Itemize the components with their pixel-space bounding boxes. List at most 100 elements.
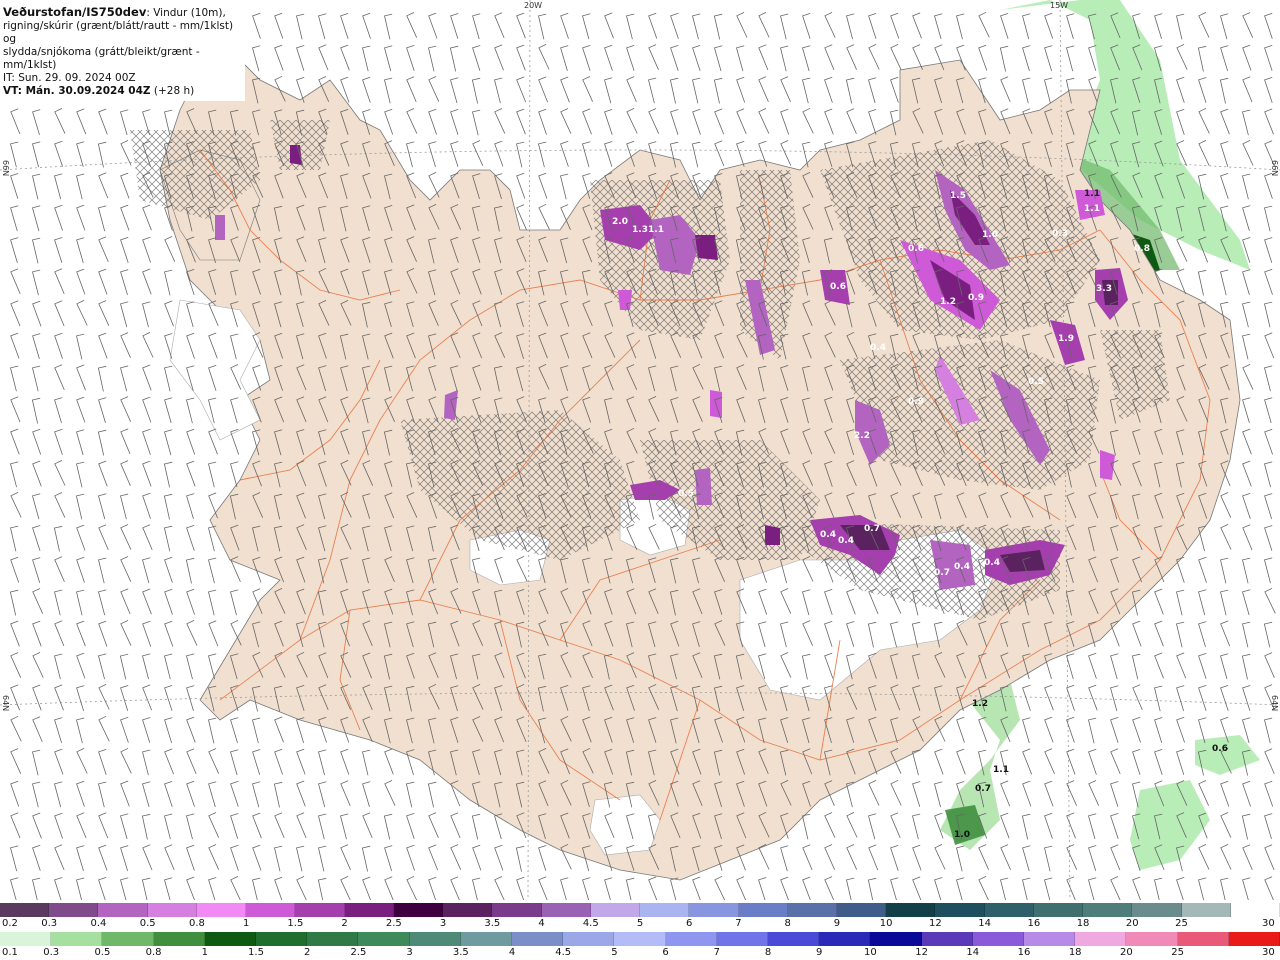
header-desc-3: slydda/snjókoma (grátt/bleikt/grænt - mm… xyxy=(3,46,200,71)
precip-label: 1.1 xyxy=(1084,189,1100,199)
precip-label: 0.6 xyxy=(1212,744,1228,754)
legend-swatch xyxy=(98,903,148,917)
legend-swatch xyxy=(768,932,820,946)
legend-swatch xyxy=(787,903,837,917)
legend-tick-label: 14 xyxy=(978,918,991,929)
legend-swatch xyxy=(1033,903,1084,917)
snow-colour-bar xyxy=(0,903,1280,917)
precip-label: 1.1 xyxy=(648,225,664,235)
legend-tick-label: 0.8 xyxy=(188,918,205,929)
legend-swatch xyxy=(935,903,985,917)
precip-label: 1.1 xyxy=(993,765,1009,775)
lat-label-66n-right: 66N xyxy=(1270,160,1279,177)
legend-swatch xyxy=(541,903,591,917)
legend-tick-label: 30 xyxy=(1262,918,1275,929)
precip-label: 1.1 xyxy=(1084,204,1100,214)
legend-tick-label: 12 xyxy=(929,918,942,929)
legend-swatch xyxy=(153,932,205,946)
legend-tick-label: 7 xyxy=(713,947,720,958)
legend-tick-label: 1.5 xyxy=(248,947,264,958)
legend-swatch xyxy=(358,932,410,946)
legend-tick-label: 0.5 xyxy=(94,947,111,958)
precip-label: 2.2 xyxy=(854,431,870,441)
legend-swatch xyxy=(1132,903,1182,917)
legend-swatch xyxy=(307,932,359,946)
precip-label: 0.4 xyxy=(870,343,886,353)
legend-swatch xyxy=(590,903,641,917)
weather-map[interactable]: 2.0 1.3 1.1 1.5 1.0 0.6 1.2 0.9 0.6 0.4 … xyxy=(0,0,1280,900)
legend-swatch xyxy=(1075,932,1127,946)
precip-label: 0.5 xyxy=(1028,377,1044,387)
precip-label: 0.4 xyxy=(838,536,854,546)
precip-label: 1.5 xyxy=(950,191,966,201)
legend-tick-label: 8 xyxy=(784,918,791,929)
lon-label-20w: 20W xyxy=(524,1,543,10)
map-header: Veðurstofan/IS750dev: Vindur (10m), rign… xyxy=(0,0,245,101)
legend-tick-label: 2 xyxy=(341,918,348,929)
legend-tick-label: 2.5 xyxy=(350,947,367,958)
brand-title: Veðurstofan/IS750dev xyxy=(3,5,147,19)
legend-swatch xyxy=(393,903,444,917)
legend-tick-label: 8 xyxy=(764,947,772,958)
legend-swatch xyxy=(0,932,52,946)
legend-tick-label: 4.5 xyxy=(555,947,572,958)
legend-swatch xyxy=(716,932,769,946)
precip-label: 0.7 xyxy=(864,524,880,534)
precip-label: 0.9 xyxy=(908,397,924,407)
legend-tick-label: 4 xyxy=(538,918,545,929)
legend-swatch xyxy=(196,903,247,917)
precip-label: 3.3 xyxy=(1096,284,1112,294)
legend-tick-label: 25 xyxy=(1171,947,1184,958)
legend-tick-label: 7 xyxy=(735,918,742,929)
lon-label-15w: 15W xyxy=(1050,1,1069,10)
initial-time: IT: Sun. 29. 09. 2024 00Z xyxy=(3,72,136,84)
valid-time: VT: Mán. 30.09.2024 04Z xyxy=(3,85,151,97)
legend-swatch xyxy=(886,903,936,917)
precip-label: 1.3 xyxy=(632,225,648,235)
legend-swatch xyxy=(147,903,197,917)
precip-label: 1.0 xyxy=(954,830,970,840)
legend-swatch xyxy=(1024,932,1076,946)
legend-tick-label: 0.3 xyxy=(43,947,60,958)
legend-tick-label: 9 xyxy=(833,918,841,929)
rain-colour-bar xyxy=(0,932,1280,946)
legend-tick-label: 5 xyxy=(636,918,644,929)
legend-swatch xyxy=(665,932,717,946)
legend-tick-label: 3.5 xyxy=(452,947,469,958)
legend-tick-label: 1 xyxy=(201,947,208,958)
legend-swatch xyxy=(1083,903,1133,917)
legend-tick-label: 3.5 xyxy=(484,918,501,929)
legend-tick-label: 16 xyxy=(1017,947,1031,958)
precip-label: 0.7 xyxy=(934,568,950,578)
legend-swatch xyxy=(295,903,345,917)
legend-swatch xyxy=(460,932,513,946)
legend-tick-label: 1.5 xyxy=(287,918,304,929)
precip-label: 1.9 xyxy=(1058,334,1074,344)
legend-tick-label: 9 xyxy=(816,947,823,958)
precip-label: 1.2 xyxy=(972,699,988,709)
precip-label: 0.5 xyxy=(678,489,694,499)
lead-time: (+28 h) xyxy=(153,85,195,97)
legend-tick-label: 6 xyxy=(686,918,693,929)
legend-swatch xyxy=(614,932,666,946)
legend-swatch xyxy=(640,903,690,917)
legend-tick-label: 14 xyxy=(966,947,980,958)
rain-scale-labels: 0.1 0.3 0.5 0.8 1 1.5 2 2.5 3 3.5 4 4.5 5 6 7 8 9 10 12 14 1… xyxy=(0,947,1280,959)
precip-label: 0.3 xyxy=(1052,229,1068,239)
precip-label: 0.8 xyxy=(1134,244,1150,254)
legend-swatch xyxy=(512,932,564,946)
legend-tick-label: 4.5 xyxy=(582,918,599,929)
legend-tick-label: 18 xyxy=(1068,947,1082,958)
precip-label: 0.6 xyxy=(908,244,924,254)
header-desc-1: : Vindur (10m), xyxy=(146,7,226,19)
legend-swatch xyxy=(51,932,103,946)
legend-tick-label: 10 xyxy=(879,918,893,929)
legend-tick-label: 0.5 xyxy=(139,918,156,929)
precip-label: 2.0 xyxy=(612,217,628,227)
legend-swatch xyxy=(984,903,1034,917)
legend-swatch xyxy=(1126,932,1178,946)
legend-tick-label: 5 xyxy=(611,947,618,958)
legend-tick-label: 0.3 xyxy=(41,918,58,929)
legend-tick-label: 20 xyxy=(1125,918,1139,929)
legend-swatch xyxy=(256,932,308,946)
